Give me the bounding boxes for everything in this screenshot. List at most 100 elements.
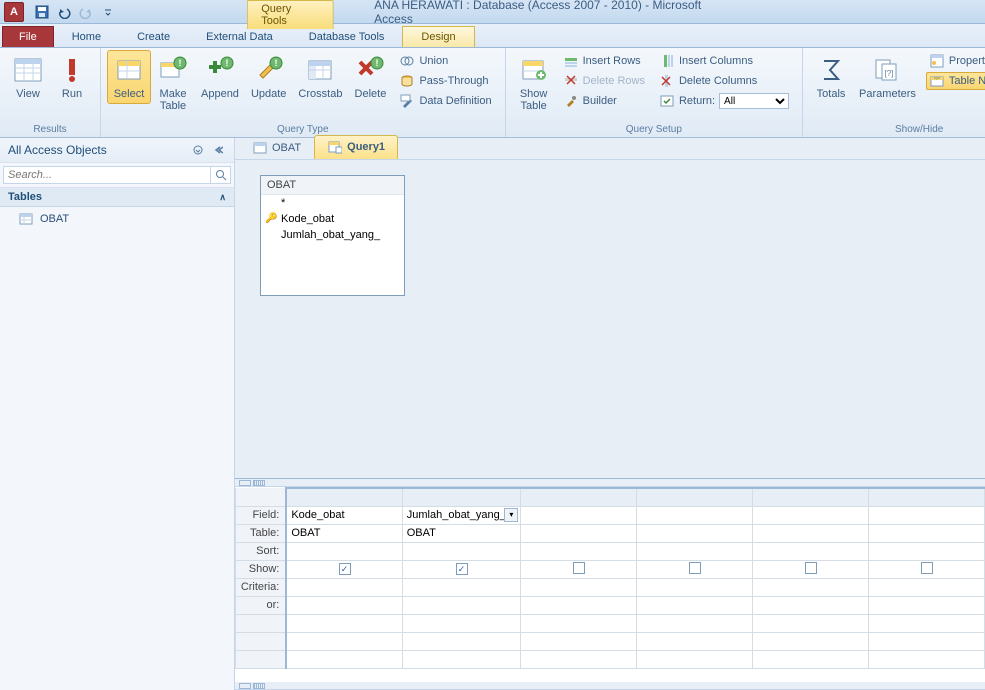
grid-cell[interactable] [521,578,637,596]
grid-cell[interactable] [637,560,753,578]
column-selector[interactable] [402,488,521,506]
show-checkbox[interactable]: ✓ [456,563,468,575]
show-checkbox[interactable] [805,562,817,574]
return-select[interactable]: All [719,93,789,109]
grid-cell[interactable] [753,524,869,542]
app-icon[interactable]: A [4,2,24,22]
grid-cell[interactable] [286,578,402,596]
grid-cell-active[interactable]: Jumlah_obat_yang_di▾ [402,506,521,524]
dropdown-icon[interactable]: ▾ [504,508,518,522]
grid-cell[interactable]: Kode_obat [286,506,402,524]
file-tab[interactable]: File [2,26,54,47]
parameters-button[interactable]: [?] Parameters [853,50,922,104]
splitter-left-icon[interactable] [239,480,251,486]
grid-cell[interactable]: ✓ [286,560,402,578]
show-table-button[interactable]: Show Table [512,50,556,116]
design-splitter[interactable] [235,479,985,487]
grid-cell[interactable] [753,578,869,596]
grid-cell[interactable] [753,560,869,578]
grid-cell[interactable] [521,596,637,614]
property-sheet-button[interactable]: Property Sheet [926,52,985,70]
grid-cell[interactable] [869,560,985,578]
insert-columns-button[interactable]: Insert Columns [656,52,792,70]
show-checkbox[interactable] [921,562,933,574]
grid-cell[interactable] [637,578,753,596]
search-button[interactable] [211,166,231,184]
grid-cell[interactable] [869,506,985,524]
delete-query-button[interactable]: ! Delete [348,50,392,104]
totals-button[interactable]: Totals [809,50,853,104]
scroll-grid-icon[interactable] [253,683,265,689]
nav-header[interactable]: All Access Objects [0,138,234,163]
grid-cell[interactable] [869,578,985,596]
show-checkbox[interactable]: ✓ [339,563,351,575]
redo-icon[interactable] [76,3,96,21]
grid-cell[interactable]: OBAT [286,524,402,542]
datadef-button[interactable]: Data Definition [396,92,494,110]
tab-home[interactable]: Home [54,27,119,47]
column-selector[interactable] [521,488,637,506]
table-box-obat[interactable]: OBAT * 🔑Kode_obat Jumlah_obat_yang_ [260,175,405,296]
scroll-left-icon[interactable] [239,683,251,689]
field-item-kode-obat[interactable]: 🔑Kode_obat [261,211,404,227]
doc-tab-obat[interactable]: OBAT [239,136,314,159]
qat-dropdown-icon[interactable] [98,3,118,21]
splitter-grid-icon[interactable] [253,480,265,486]
column-selector[interactable] [637,488,753,506]
grid-cell[interactable] [402,596,521,614]
grid-cell[interactable] [521,542,637,560]
grid-cell[interactable] [521,506,637,524]
nav-item-obat[interactable]: OBAT [0,207,234,231]
tab-external-data[interactable]: External Data [188,27,291,47]
passthrough-button[interactable]: Pass-Through [396,72,494,90]
show-checkbox[interactable] [573,562,585,574]
table-names-button[interactable]: xyzTable Names [926,72,985,90]
grid-cell[interactable] [637,506,753,524]
column-selector[interactable] [286,488,402,506]
column-selector[interactable] [753,488,869,506]
grid-cell[interactable] [402,542,521,560]
view-button[interactable]: View [6,50,50,104]
grid-cell[interactable] [637,524,753,542]
save-icon[interactable] [32,3,52,21]
update-button[interactable]: ! Update [245,50,292,104]
show-checkbox[interactable] [689,562,701,574]
field-item-star[interactable]: * [261,195,404,211]
grid-cell[interactable] [869,596,985,614]
select-query-button[interactable]: Select [107,50,151,104]
nav-collapse-icon[interactable] [210,142,226,158]
grid-cell[interactable] [521,560,637,578]
union-button[interactable]: Union [396,52,494,70]
doc-tab-query1[interactable]: Query1 [314,135,398,159]
grid-cell[interactable] [753,542,869,560]
grid-scroll-footer[interactable] [235,682,985,690]
insert-rows-button[interactable]: Insert Rows [560,52,648,70]
return-control[interactable]: Return: All [656,92,792,110]
builder-button[interactable]: Builder [560,92,648,110]
make-table-button[interactable]: ! Make Table [151,50,195,116]
crosstab-button[interactable]: Crosstab [292,50,348,104]
grid-cell[interactable] [521,524,637,542]
grid-cell[interactable] [402,578,521,596]
tab-create[interactable]: Create [119,27,188,47]
nav-filter-icon[interactable] [190,142,206,158]
grid-cell[interactable]: OBAT [402,524,521,542]
undo-icon[interactable] [54,3,74,21]
append-button[interactable]: ! Append [195,50,245,104]
grid-cell[interactable]: ✓ [402,560,521,578]
grid-cell[interactable] [286,596,402,614]
column-selector[interactable] [869,488,985,506]
grid-cell[interactable] [637,542,753,560]
delete-columns-button[interactable]: Delete Columns [656,72,792,90]
grid-cell[interactable] [286,542,402,560]
nav-section-tables[interactable]: Tables ∧ [0,188,234,207]
search-input[interactable] [3,166,211,184]
grid-cell[interactable] [869,524,985,542]
tab-database-tools[interactable]: Database Tools [291,27,403,47]
grid-cell[interactable] [753,506,869,524]
field-item-jumlah[interactable]: Jumlah_obat_yang_ [261,227,404,243]
query-design-surface[interactable]: OBAT * 🔑Kode_obat Jumlah_obat_yang_ [235,160,985,479]
tab-design[interactable]: Design [402,26,474,47]
grid-cell[interactable] [753,596,869,614]
grid-cell[interactable] [637,596,753,614]
